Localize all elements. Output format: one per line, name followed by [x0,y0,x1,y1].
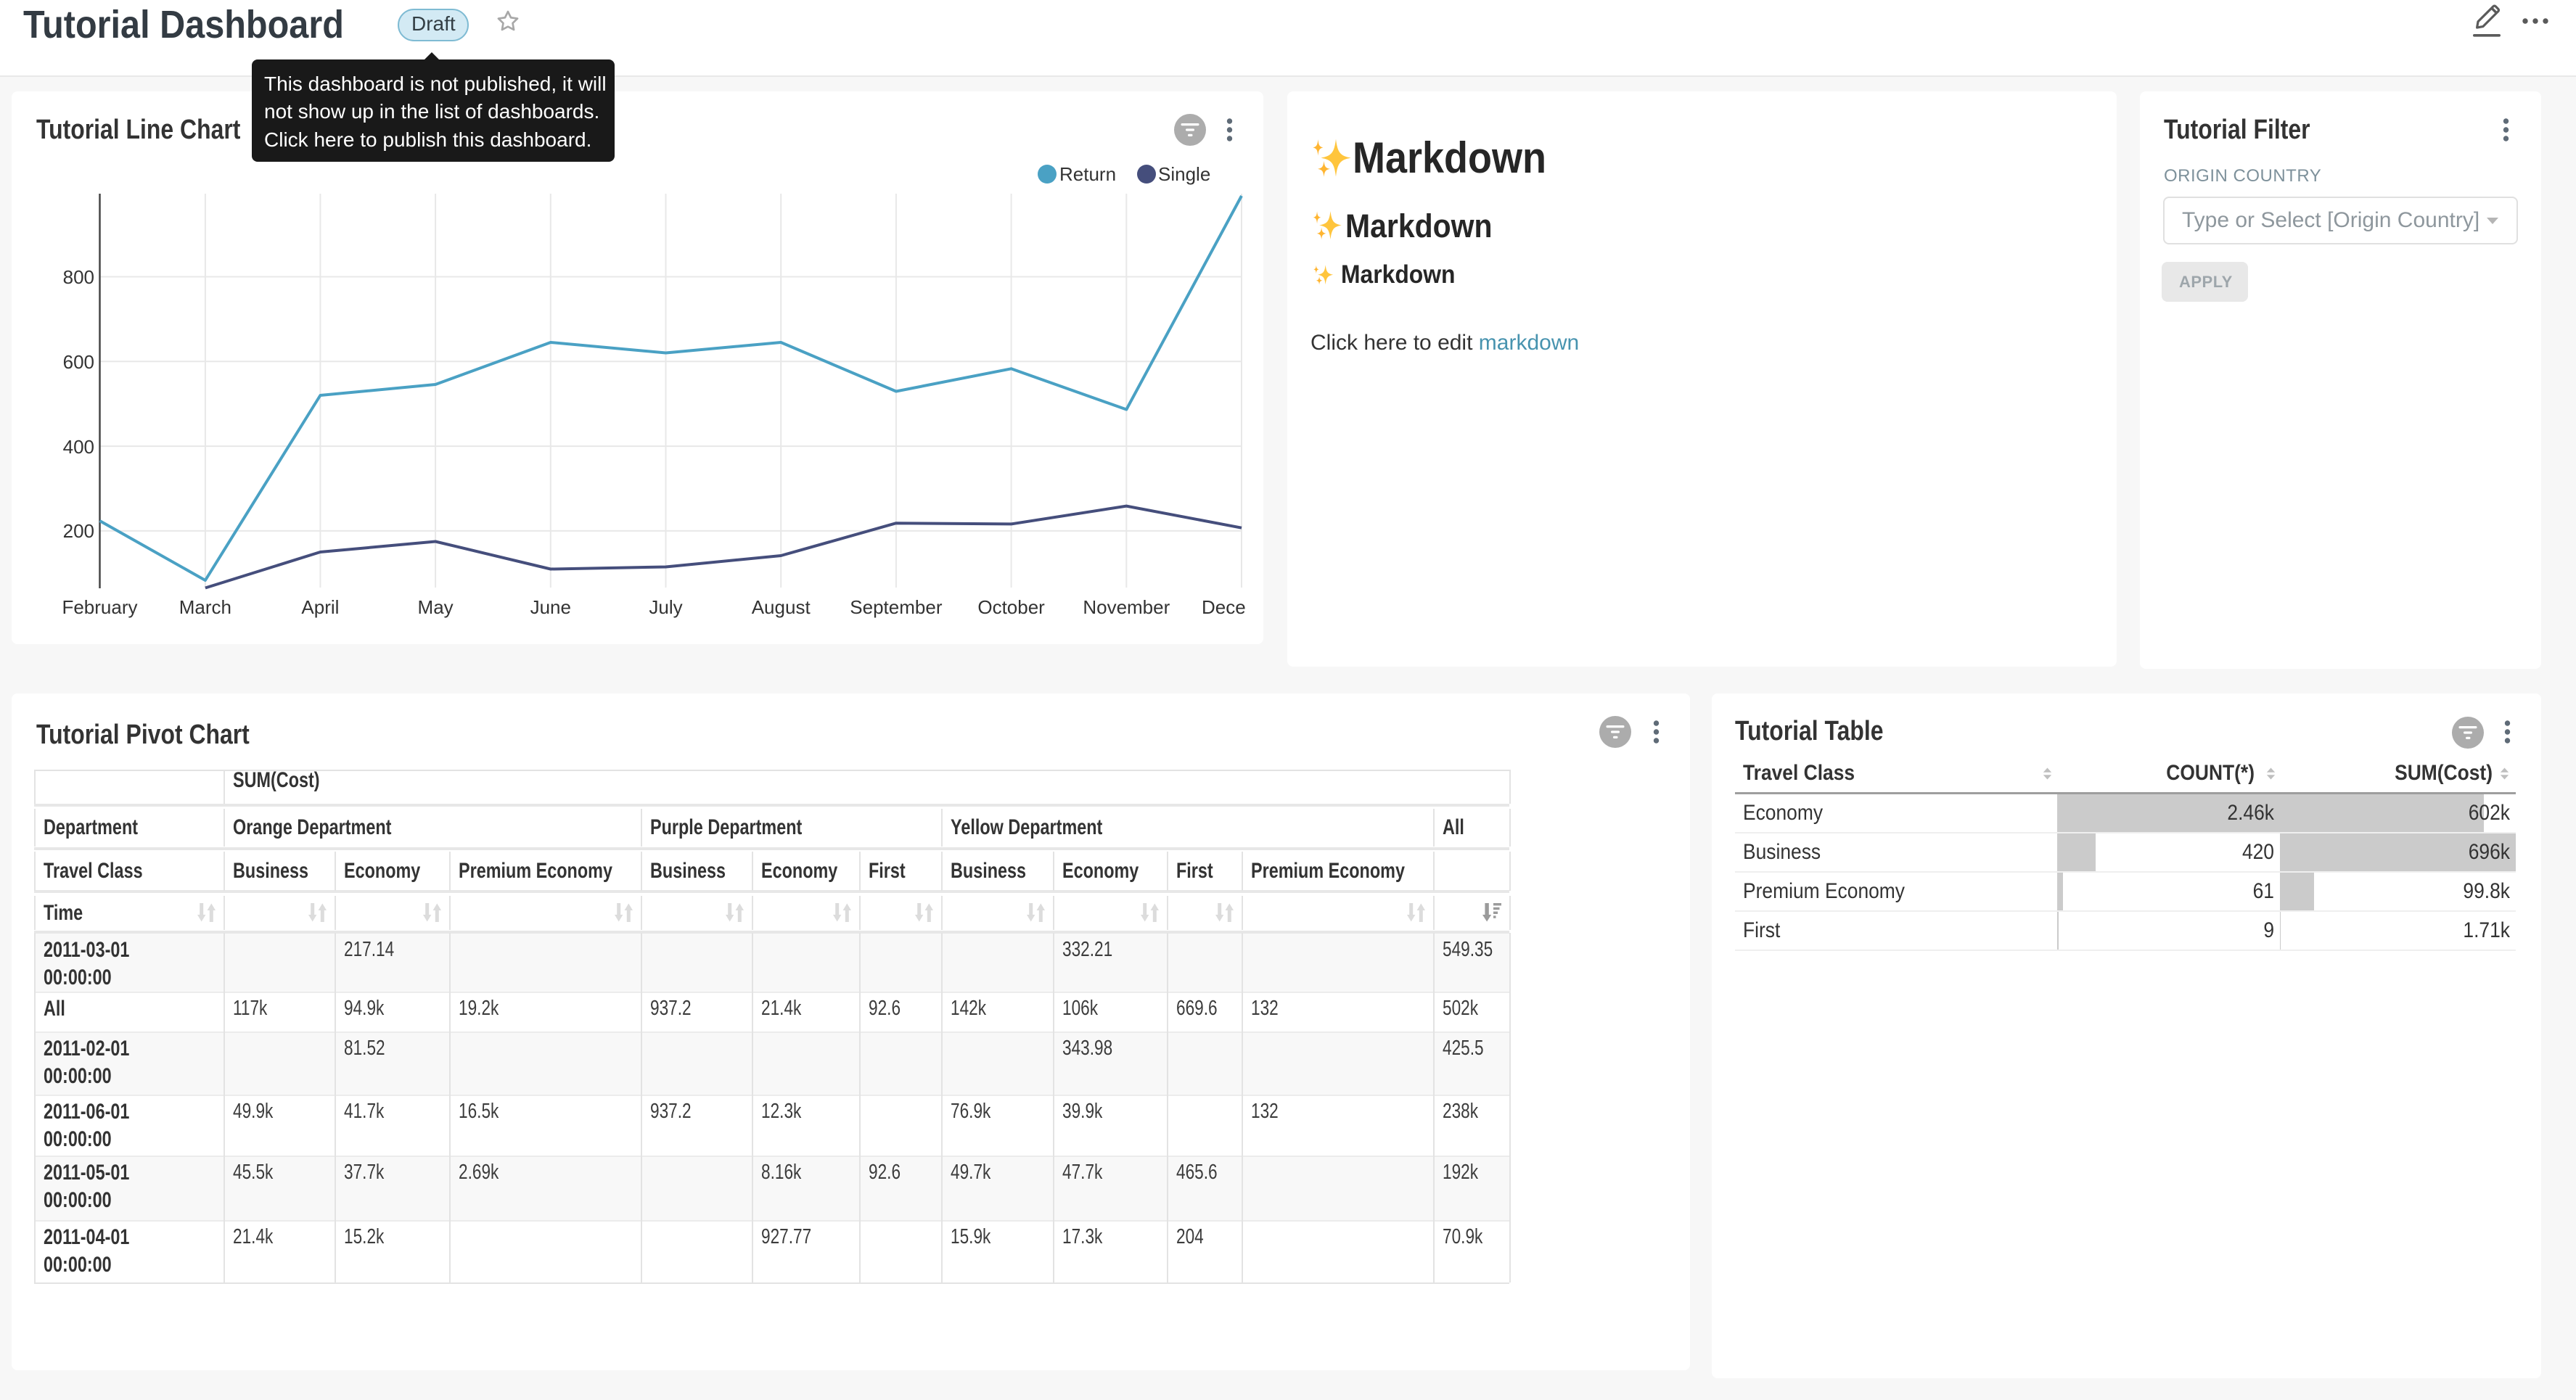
svg-text:Return: Return [1059,163,1116,185]
svg-text:400: 400 [63,436,94,458]
svg-text:Dece: Dece [1202,596,1246,618]
svg-text:October: October [977,596,1045,618]
svg-text:August: August [752,596,811,618]
svg-text:June: June [530,596,571,618]
svg-text:September: September [850,596,943,618]
svg-text:February: February [62,596,137,618]
svg-text:800: 800 [63,266,94,288]
svg-text:July: July [649,596,682,618]
svg-text:200: 200 [63,520,94,542]
svg-text:600: 600 [63,351,94,373]
svg-text:May: May [418,596,454,618]
svg-text:April: April [301,596,339,618]
svg-text:March: March [179,596,231,618]
svg-text:November: November [1083,596,1170,618]
svg-text:Single: Single [1158,163,1210,185]
